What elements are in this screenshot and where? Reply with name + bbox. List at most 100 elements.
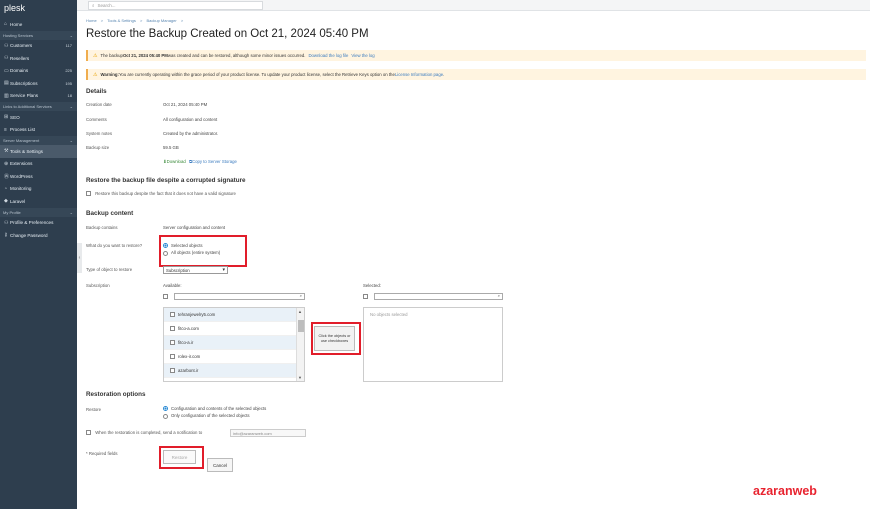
sidebar-item-customers[interactable]: ⚇ Customers 117: [0, 40, 77, 53]
sidebar-section-links-to-additional-services[interactable]: Links to Additional Services ⌄: [0, 102, 77, 111]
sidebar-item-service-plans[interactable]: ▥ Service Plans 18: [0, 90, 77, 103]
sidebar-item-count: 225: [65, 68, 72, 74]
chevron-down-icon: ⌄: [69, 104, 73, 109]
config-only-option[interactable]: Only configuration of the selected objec…: [163, 413, 266, 419]
sidebar-section-label: My Profile: [3, 209, 21, 215]
list-item-checkbox[interactable]: [170, 312, 175, 317]
scrollbar-thumb[interactable]: [298, 320, 304, 332]
object-type-value: Subscription: [166, 267, 190, 273]
sidebar-item-label: Monitoring: [10, 186, 32, 192]
creation-date-value: Oct 21, 2024 05:40 PM: [163, 102, 208, 107]
breadcrumb-backup-manager[interactable]: Backup Manager: [146, 18, 176, 23]
subscription-label: Subscription: [86, 283, 110, 288]
sidebar-item-label: Extensions: [10, 161, 33, 167]
sidebar-item-process-list[interactable]: ≡ Process List: [0, 124, 77, 137]
list-item[interactable]: tehranjewelry5.com: [164, 308, 304, 322]
list-item-checkbox[interactable]: [170, 326, 175, 331]
sidebar: plesk ⌂ Home Hosting Services ⌄ ⚇ Customers 11…: [0, 0, 77, 509]
selected-label: Selected:: [363, 283, 381, 288]
sidebar-section-hosting-services[interactable]: Hosting Services ⌄: [0, 30, 77, 40]
object-type-select[interactable]: Subscription ▾: [163, 266, 228, 274]
download-log-link[interactable]: Download the log file: [308, 53, 348, 58]
select-all-selected-checkbox[interactable]: [363, 294, 368, 299]
download-link[interactable]: Download: [167, 159, 186, 164]
selected-filter-input[interactable]: ⌕: [374, 293, 503, 300]
list-item-checkbox[interactable]: [170, 368, 175, 373]
list-item-checkbox[interactable]: [170, 340, 175, 345]
sidebar-section-label: Hosting Services: [3, 32, 34, 38]
breadcrumb-separator: >: [100, 18, 104, 23]
list-item[interactable]: azarbont.ir: [164, 364, 304, 378]
available-filter-input[interactable]: ⌕: [174, 293, 305, 300]
sidebar-collapse-toggle[interactable]: ‹: [77, 243, 82, 273]
alert-warning-label: Warning:: [100, 72, 119, 77]
sidebar-item-subscriptions[interactable]: ▤ Subscriptions 195: [0, 77, 77, 90]
backup-content-heading: Backup content: [86, 210, 134, 217]
config-content-option[interactable]: Configuration and contents of the select…: [163, 406, 266, 412]
top-bar: ⌕ Search...: [77, 0, 870, 11]
restoration-options-heading: Restoration options: [86, 391, 146, 398]
list-item-label: fitco-a.com: [178, 326, 200, 331]
sidebar-item-tools-settings[interactable]: ⚒ Tools & Settings: [0, 145, 77, 158]
sidebar-item-seo[interactable]: ⊞ SEO: [0, 111, 77, 124]
view-log-link[interactable]: View the log: [351, 53, 374, 58]
chevron-down-icon: ⌄: [69, 32, 73, 38]
selected-list[interactable]: No objects selected: [363, 307, 503, 382]
sidebar-item-label: Laravel: [10, 198, 26, 204]
sidebar-item-wordpress[interactable]: Ⓦ WordPress: [0, 170, 77, 183]
select-all-available-checkbox[interactable]: [163, 294, 168, 299]
license-info-link[interactable]: License Information page: [395, 72, 443, 77]
corrupted-option: Restore this backup despite the fact tha…: [86, 191, 236, 197]
object-type-label: Type of object to restore: [86, 267, 133, 272]
chevron-down-icon: ⌄: [69, 138, 73, 143]
highlight-box: [311, 322, 361, 355]
alert-text: .: [443, 72, 445, 77]
cancel-button[interactable]: Cancel: [207, 458, 233, 472]
search-icon: ⌕: [299, 293, 302, 298]
notify-checkbox[interactable]: [86, 430, 91, 436]
breadcrumb-tools-settings[interactable]: Tools & Settings: [107, 18, 136, 23]
sidebar-section-label: Links to Additional Services: [3, 104, 52, 109]
corrupted-checkbox[interactable]: [86, 191, 91, 197]
what-to-restore-label: What do you want to restore?: [86, 243, 143, 248]
list-item[interactable]: fitco-a.ir: [164, 336, 304, 350]
list-item-checkbox[interactable]: [170, 354, 175, 359]
sidebar-item-profile-preferences[interactable]: ⚇ Profile & Preferences: [0, 217, 77, 230]
alert-backup-date: Oct 21, 2024 05:40 PM: [122, 53, 168, 58]
backup-contains-value: Server configuration and content: [163, 225, 226, 230]
backup-alert: ⚠ The backup Oct 21, 2024 05:40 PM was c…: [86, 50, 866, 61]
list-item[interactable]: rolex-ir.com: [164, 350, 304, 364]
sidebar-item-extensions[interactable]: ⊕ Extensions: [0, 158, 77, 171]
sidebar-item-count: 195: [65, 80, 72, 86]
sidebar-item-home[interactable]: ⌂ Home: [0, 18, 77, 31]
sidebar-section-server-management[interactable]: Server Management ⌄: [0, 136, 77, 145]
list-item-label: fitco-a.ir: [178, 340, 194, 345]
sidebar-item-change-password[interactable]: ⚷ Change Password: [0, 229, 77, 242]
list-item[interactable]: fitco-a.com: [164, 322, 304, 336]
available-scrollbar[interactable]: ▲ ▼: [296, 308, 304, 381]
sidebar-item-domains[interactable]: ▭ Domains 225: [0, 65, 77, 78]
search-input[interactable]: ⌕ Search...: [88, 1, 263, 10]
restore-mode-options: Configuration and contents of the select…: [163, 406, 266, 419]
page-title: Restore the Backup Created on Oct 21, 20…: [86, 28, 369, 40]
alert-text: was created and can be restored, althoug…: [167, 53, 306, 58]
scroll-up-icon[interactable]: ▲: [298, 309, 302, 314]
sidebar-item-resellers[interactable]: ⚇ Resellers: [0, 52, 77, 65]
copy-to-server-link[interactable]: Copy to Server Storage: [192, 159, 237, 164]
chevron-down-icon: ▾: [222, 267, 225, 273]
scroll-down-icon[interactable]: ▼: [298, 375, 302, 380]
breadcrumb-home[interactable]: Home: [86, 18, 97, 23]
sidebar-item-label: WordPress: [10, 173, 33, 179]
sidebar-item-monitoring[interactable]: ◔ Monitoring: [0, 183, 77, 196]
sidebar-item-laravel[interactable]: ◆ Laravel: [0, 195, 77, 208]
chevron-down-icon: ⌄: [69, 209, 73, 215]
available-list[interactable]: tehranjewelry5.com fitco-a.com fitco-a.ir r…: [163, 307, 305, 382]
sidebar-section-label: Server Management: [3, 138, 40, 143]
config-content-radio[interactable]: [163, 406, 168, 412]
notify-email-field[interactable]: info@azaranweb.com: [230, 429, 306, 437]
sidebar-section-my-profile[interactable]: My Profile ⌄: [0, 207, 77, 217]
sidebar-item-label: Profile & Preferences: [10, 220, 54, 226]
config-only-radio[interactable]: [163, 413, 168, 419]
highlight-box: [159, 446, 204, 469]
available-items: tehranjewelry5.com fitco-a.com fitco-a.ir r…: [164, 308, 304, 378]
